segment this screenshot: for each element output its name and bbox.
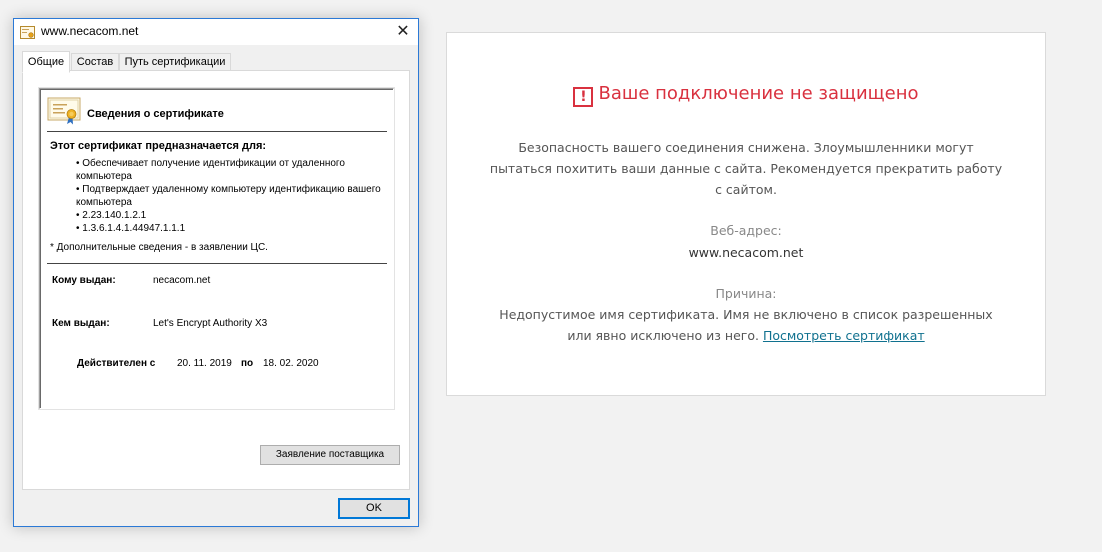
valid-from-value: 20. 11. 2019 — [177, 358, 232, 369]
purpose-title: Этот сертификат предназначается для: — [50, 140, 267, 152]
purpose-list: • Обеспечивает получение идентификации о… — [76, 157, 386, 235]
list-item: • 1.3.6.1.4.1.44947.1.1.1 — [76, 223, 186, 234]
certificate-info-heading: Сведения о сертификате — [87, 108, 224, 120]
ca-statement-footnote: * Дополнительные сведения - в заявлении … — [50, 242, 268, 253]
warning-title-text: Ваше подключение не защищено — [598, 83, 919, 104]
issued-by-value: Let's Encrypt Authority X3 — [153, 318, 268, 329]
close-icon[interactable]: ✕ — [388, 19, 418, 45]
tab-general[interactable]: Общие — [22, 51, 70, 73]
issued-to-label: Кому выдан: — [52, 275, 116, 286]
divider — [47, 131, 387, 132]
warning-description: Безопасность вашего соединения снижена. … — [489, 140, 1003, 197]
list-item: • Подтверждает удаленному компьютеру иде… — [76, 184, 381, 208]
valid-from-label: Действителен с — [77, 358, 156, 369]
certificate-seal-icon — [47, 97, 81, 125]
warning-title: ! Ваше подключение не защищено — [447, 83, 1045, 107]
warning-icon: ! — [573, 87, 594, 107]
certificate-info-box: Сведения о сертификате Этот сертификат п… — [39, 88, 394, 409]
web-address-label: Веб-адрес: — [710, 223, 782, 238]
connection-warning-card: ! Ваше подключение не защищено Безопаснос… — [446, 32, 1046, 396]
web-address-value: www.necacom.net — [688, 245, 804, 260]
ok-button[interactable]: OK — [338, 498, 410, 519]
dialog-titlebar[interactable]: www.necacom.net ✕ — [14, 19, 418, 45]
valid-to-value: 18. 02. 2020 — [263, 358, 319, 369]
divider — [47, 263, 387, 264]
reason-label: Причина: — [715, 286, 777, 301]
general-tab-panel: Сведения о сертификате Этот сертификат п… — [22, 70, 410, 490]
issuer-statement-button[interactable]: Заявление поставщика — [260, 445, 400, 465]
list-item: • 2.23.140.1.2.1 — [76, 210, 147, 221]
issued-by-label: Кем выдан: — [52, 318, 110, 329]
reason-text: Недопустимое имя сертификата. Имя не вкл… — [487, 304, 1005, 346]
certificate-icon — [20, 26, 35, 39]
valid-to-label: по — [241, 358, 254, 369]
certificate-dialog: www.necacom.net ✕ Общие Состав Путь серт… — [13, 18, 419, 527]
dialog-title: www.necacom.net — [41, 24, 139, 38]
list-item: • Обеспечивает получение идентификации о… — [76, 158, 345, 182]
issued-to-value: necacom.net — [153, 275, 211, 286]
view-certificate-link[interactable]: Посмотреть сертификат — [763, 328, 925, 343]
